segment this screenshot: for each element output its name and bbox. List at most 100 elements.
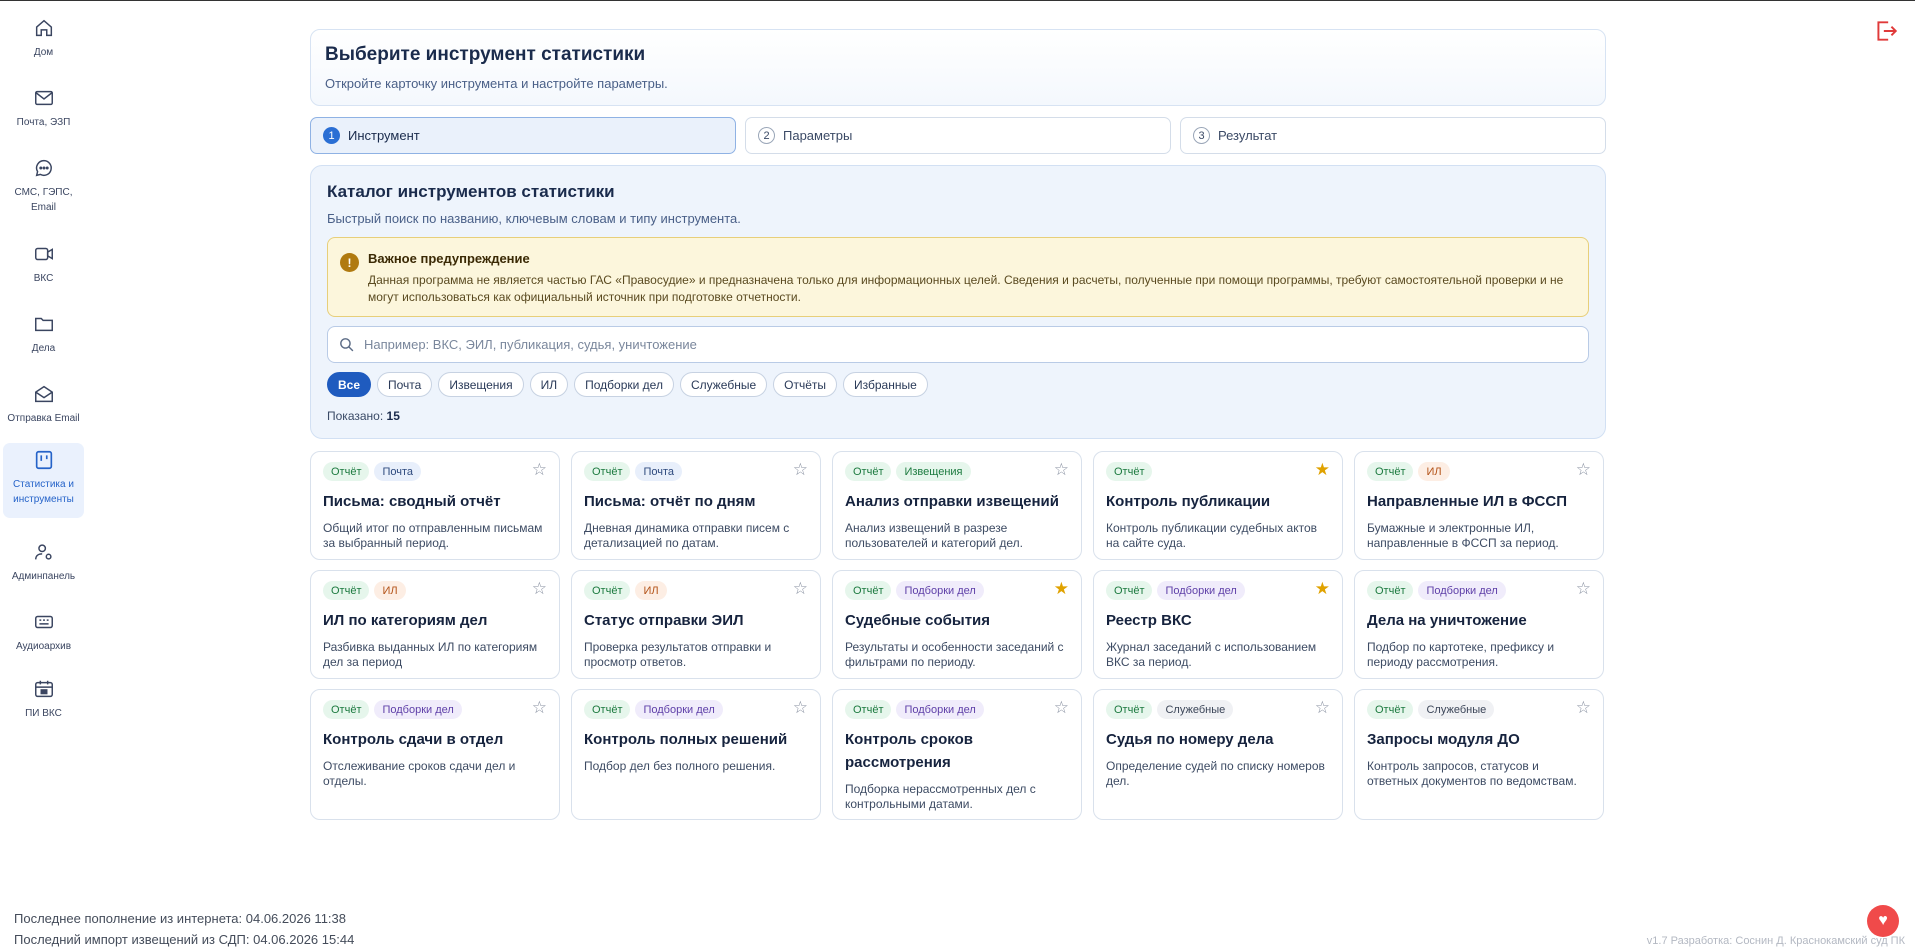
mail-icon xyxy=(34,90,53,106)
footer-status: Последнее пополнение из интернета: 04.06… xyxy=(14,908,354,950)
step-number: 3 xyxy=(1193,127,1210,144)
search-box xyxy=(327,326,1589,363)
tool-description: Журнал заседаний с использованием ВКС за… xyxy=(1106,640,1317,669)
heart-icon[interactable]: ♥ xyxy=(1867,905,1899,937)
chat-icon xyxy=(35,159,52,177)
page-subtitle: Откройте карточку инструмента и настройт… xyxy=(325,76,668,91)
tool-description: Подборка нерассмотренных дел с контрольн… xyxy=(845,782,1036,811)
tool-card[interactable]: Отчёт Извещения ☆ Анализ отправки извещений… xyxy=(832,451,1082,560)
tool-tag: Отчёт xyxy=(323,700,370,719)
tool-card[interactable]: Отчёт Подборки дел ★ Реестр ВКС Журнал засед… xyxy=(1093,570,1343,679)
search-input[interactable] xyxy=(364,337,1588,352)
tool-description: Анализ извещений в разрезе пользователей… xyxy=(845,521,1024,550)
tool-description: Дневная динамика отправки писем с детали… xyxy=(584,521,790,550)
sidebar-item-label: Админпанель xyxy=(11,571,76,582)
sidebar-item-pi-vks[interactable]: ПИ ВКС xyxy=(3,672,84,727)
tool-card[interactable]: Отчёт Подборки дел ☆ Дела на уничтожение Под… xyxy=(1354,570,1604,679)
tool-description: Разбивка выданных ИЛ по категориям дел з… xyxy=(323,640,538,669)
favorite-star-icon[interactable]: ☆ xyxy=(793,580,808,597)
sidebar-item-stats[interactable]: Статистика и инструменты xyxy=(3,443,84,518)
tool-tag: Отчёт xyxy=(584,700,631,719)
sidebar-item-home[interactable]: Дом xyxy=(3,11,84,66)
step-number: 2 xyxy=(758,127,775,144)
tool-card[interactable]: Отчёт Почта ☆ Письма: отчёт по дням Дневная … xyxy=(571,451,821,560)
step-tool[interactable]: 1 Инструмент xyxy=(310,117,736,154)
tool-card[interactable]: Отчёт Подборки дел ☆ Контроль полных решени… xyxy=(571,689,821,820)
tool-tag: Отчёт xyxy=(1367,462,1414,481)
favorite-star-icon[interactable]: ☆ xyxy=(793,699,808,716)
sidebar-item-label: Почта, ЭЗП xyxy=(16,117,71,128)
tool-tag: Отчёт xyxy=(1106,700,1153,719)
tool-tags: Отчёт Служебные xyxy=(1106,700,1330,719)
favorite-star-icon[interactable]: ☆ xyxy=(532,580,547,597)
filter-chip[interactable]: Избранные xyxy=(843,372,928,397)
sidebar-item-label: ПИ ВКС xyxy=(25,708,62,719)
tool-tags: Отчёт Подборки дел xyxy=(845,581,1069,600)
tool-card[interactable]: Отчёт ИЛ ☆ ИЛ по категориям дел Разбивка выд… xyxy=(310,570,560,679)
tool-tag: Отчёт xyxy=(845,700,892,719)
tool-card[interactable]: Отчёт Подборки дел ★ Судебные события Резуль… xyxy=(832,570,1082,679)
envelope-open-icon xyxy=(34,385,53,403)
step-number: 1 xyxy=(323,127,340,144)
tool-description: Общий итог по отправленным письмам за вы… xyxy=(323,521,543,550)
favorite-star-icon[interactable]: ☆ xyxy=(1054,461,1069,478)
sidebar-item-cases[interactable]: Дела xyxy=(3,307,84,362)
tool-title: Контроль публикации xyxy=(1106,493,1271,510)
favorite-star-icon[interactable]: ☆ xyxy=(1315,699,1330,716)
favorite-star-icon[interactable]: ☆ xyxy=(1576,461,1591,478)
tool-card[interactable]: Отчёт Служебные ☆ Запросы модуля ДО Контроль… xyxy=(1354,689,1604,820)
filter-chip[interactable]: Извещения xyxy=(438,372,524,397)
favorite-star-icon[interactable]: ☆ xyxy=(532,699,547,716)
tool-description: Определение судей по списку номеров дел. xyxy=(1106,759,1325,788)
favorite-star-icon[interactable]: ★ xyxy=(1315,580,1330,597)
credit-text: v1.7 Разработка: Соснин Д. Краснокамский… xyxy=(1646,935,1905,947)
sidebar-item-email-send[interactable]: Отправка Email xyxy=(3,377,84,432)
sidebar-item-mail[interactable]: Почта, ЭЗП xyxy=(3,81,84,136)
tool-card[interactable]: Отчёт Служебные ☆ Судья по номеру дела Опред… xyxy=(1093,689,1343,820)
folder-icon xyxy=(34,317,53,332)
last-notice-import: Последний импорт извещений из СДП: 04.06… xyxy=(14,932,355,947)
filter-chip[interactable]: Почта xyxy=(377,372,433,397)
sidebar-item-sms[interactable]: СМС, ГЭПС, Email xyxy=(3,151,84,221)
favorite-star-icon[interactable]: ☆ xyxy=(1576,580,1591,597)
filter-chip[interactable]: ИЛ xyxy=(529,372,569,397)
tool-title: Судья по номеру дела xyxy=(1106,731,1274,748)
favorite-star-icon[interactable]: ☆ xyxy=(793,461,808,478)
favorite-star-icon[interactable]: ★ xyxy=(1054,580,1069,597)
tool-card[interactable]: Отчёт ИЛ ☆ Направленные ИЛ в ФССП Бумажные и… xyxy=(1354,451,1604,560)
step-params[interactable]: 2 Параметры xyxy=(745,117,1171,154)
filter-chip[interactable]: Отчёты xyxy=(773,372,838,397)
tool-card[interactable]: Отчёт Подборки дел ☆ Контроль сдачи в отдел… xyxy=(310,689,560,820)
stats-icon xyxy=(35,450,52,470)
tool-card[interactable]: Отчёт ★ Контроль публикации Контроль публик… xyxy=(1093,451,1343,560)
tool-tag: Отчёт xyxy=(584,581,631,600)
tool-tag: Подборки дел xyxy=(1157,581,1245,600)
tool-tag: Отчёт xyxy=(1106,581,1153,600)
sidebar-item-admin[interactable]: Админпанель xyxy=(3,535,84,590)
favorite-star-icon[interactable]: ☆ xyxy=(532,461,547,478)
tool-tag: Почта xyxy=(374,462,422,481)
tool-tag: Отчёт xyxy=(323,581,370,600)
tool-description: Проверка результатов отправки и просмотр… xyxy=(584,640,772,669)
tool-tag: Отчёт xyxy=(584,462,631,481)
tool-tag: Подборки дел xyxy=(896,581,984,600)
tool-description: Подбор дел без полного решения. xyxy=(584,759,776,773)
step-result[interactable]: 3 Результат xyxy=(1180,117,1606,154)
sidebar-item-audio[interactable]: Аудиоархив xyxy=(3,605,84,660)
tool-description: Контроль запросов, статусов и ответных д… xyxy=(1367,759,1577,788)
filter-chip[interactable]: Служебные xyxy=(679,372,768,397)
logout-icon[interactable] xyxy=(1873,18,1899,44)
step-label: Инструмент xyxy=(348,128,420,143)
tool-tag: ИЛ xyxy=(1418,462,1450,481)
sidebar-item-vks[interactable]: ВКС xyxy=(3,237,84,292)
tool-title: Контроль сдачи в отдел xyxy=(323,731,504,748)
favorite-star-icon[interactable]: ☆ xyxy=(1054,699,1069,716)
filter-chip[interactable]: Все xyxy=(327,372,372,397)
tool-card[interactable]: Отчёт ИЛ ☆ Статус отправки ЭИЛ Проверка резу… xyxy=(571,570,821,679)
favorite-star-icon[interactable]: ★ xyxy=(1315,461,1330,478)
catalog-title: Каталог инструментов статистики xyxy=(327,182,615,201)
favorite-star-icon[interactable]: ☆ xyxy=(1576,699,1591,716)
filter-chip[interactable]: Подборки дел xyxy=(574,372,674,397)
tool-card[interactable]: Отчёт Почта ☆ Письма: сводный отчёт Общий ит… xyxy=(310,451,560,560)
tool-card[interactable]: Отчёт Подборки дел ☆ Контроль сроков рассмо… xyxy=(832,689,1082,820)
